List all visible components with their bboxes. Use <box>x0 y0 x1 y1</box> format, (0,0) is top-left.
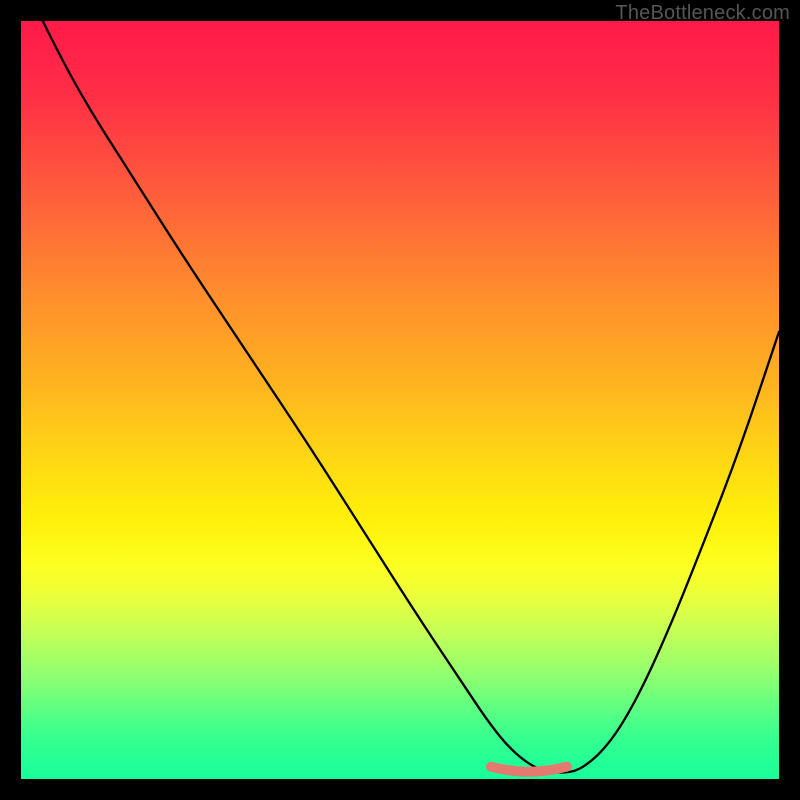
plot-area <box>21 21 779 779</box>
bottleneck-curve <box>21 21 779 779</box>
chart-frame: TheBottleneck.com <box>0 0 800 800</box>
watermark: TheBottleneck.com <box>615 2 790 25</box>
